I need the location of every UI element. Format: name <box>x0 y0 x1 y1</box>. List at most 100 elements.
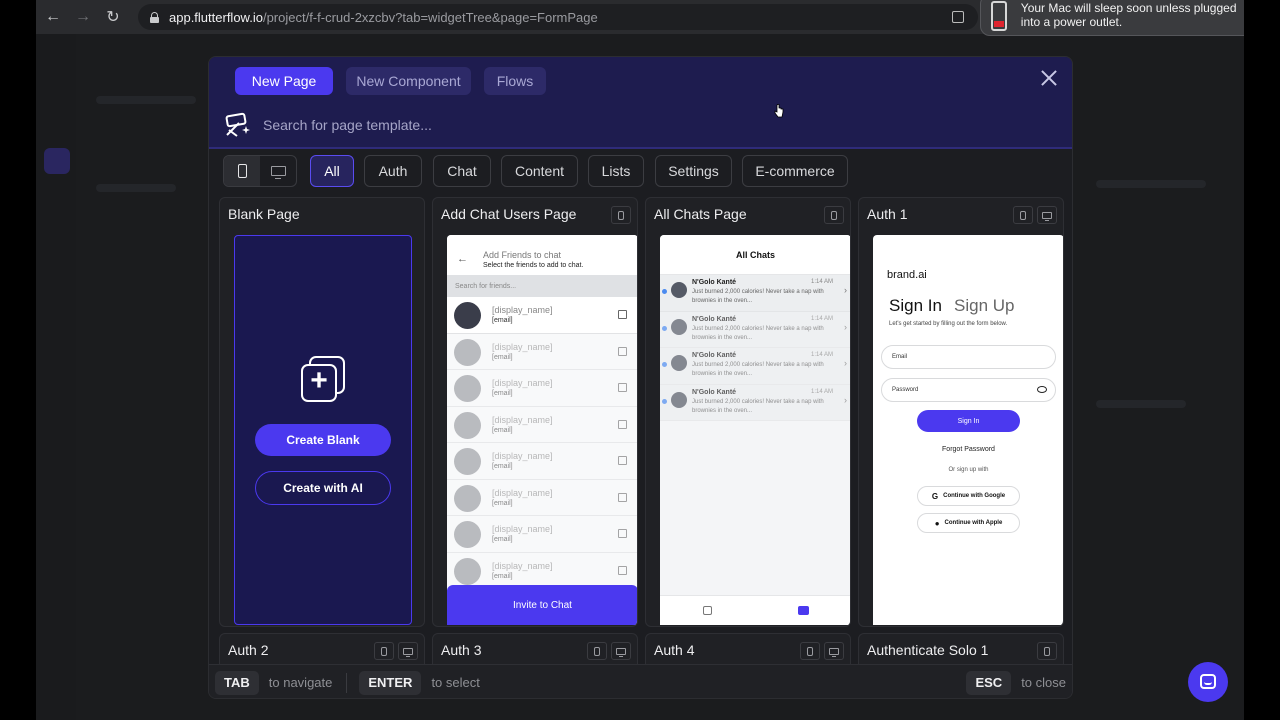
avatar <box>454 375 481 402</box>
list-item-email: [email] <box>492 536 513 543</box>
filter-chat[interactable]: Chat <box>433 155 491 187</box>
reload-icon[interactable]: ↻ <box>100 4 126 30</box>
phone-icon <box>237 164 247 178</box>
list-item: [display_name] [email] <box>447 333 637 370</box>
list-item-name: [display_name] <box>492 378 553 388</box>
tab-key: TAB <box>215 670 259 695</box>
card-device-icons <box>587 642 631 660</box>
desktop-icon <box>270 166 286 179</box>
card-device-icons <box>1037 642 1057 660</box>
checkbox <box>618 456 627 465</box>
list-item: [display_name] [email] <box>447 297 637 334</box>
card-title: Auth 2 <box>228 642 269 658</box>
notification-text: Your Mac will sleep soon unless plugged … <box>1020 1 1237 29</box>
desktop-view-button[interactable] <box>260 156 296 186</box>
brand-name: brand.ai <box>887 269 927 281</box>
card-title: Blank Page <box>228 206 300 222</box>
address-bar[interactable]: app.flutterflow.io/project/f-f-crud-2xzc… <box>138 4 978 30</box>
apple-label: Continue with Apple <box>944 520 1003 526</box>
card-device-icons <box>1013 206 1057 224</box>
extension-icon[interactable] <box>952 11 964 23</box>
desktop-icon <box>398 642 418 660</box>
filter-all[interactable]: All <box>310 155 354 187</box>
template-preview: All Chats N'Golo Kanté 1:14 AM Just burned… <box>660 235 850 625</box>
avatar <box>454 411 481 439</box>
phone-icon <box>1013 206 1033 224</box>
keyboard-hints: TAB to navigate ENTER to select ESC to c… <box>209 664 1072 698</box>
background-line <box>96 184 176 192</box>
avatar <box>671 282 687 298</box>
desktop-icon <box>611 642 631 660</box>
create-blank-button[interactable]: Create Blank <box>255 424 391 456</box>
forward-icon[interactable]: → <box>70 4 96 30</box>
preview-header: ← Add Friends to chat Select the friends… <box>447 235 637 275</box>
list-item-name: [display_name] <box>492 524 553 534</box>
phone-icon <box>611 206 631 224</box>
chat-name: N'Golo Kanté <box>692 279 737 286</box>
avatar <box>454 448 481 475</box>
url-host: app.flutterflow.io <box>169 9 263 25</box>
card-title: Auth 4 <box>654 642 695 658</box>
avatar <box>454 484 481 512</box>
chevron-right-icon: › <box>844 358 847 368</box>
chat-time: 1:14 AM <box>810 352 833 358</box>
checkbox <box>618 383 627 392</box>
phone-icon <box>800 642 820 660</box>
checkbox <box>618 346 627 356</box>
screen: ← → ↻ app.flutterflow.io/project/f-f-cru… <box>36 0 1244 720</box>
list-item: [display_name] [email] <box>447 552 637 589</box>
chat-time: 1:14 AM <box>810 279 833 285</box>
checkbox <box>618 529 627 538</box>
sign-up-tab: Sign Up <box>954 296 1015 315</box>
template-card-all-chats[interactable]: All Chats Page All Chats N'Golo Kanté 1:1… <box>645 197 851 627</box>
template-card-blank[interactable]: Blank Page + Create Blank Create with AI <box>219 197 425 627</box>
tab-flows[interactable]: Flows <box>484 67 546 95</box>
filter-lists[interactable]: Lists <box>588 155 644 187</box>
tab-new-page[interactable]: New Page <box>235 67 333 95</box>
card-device-icons <box>824 206 844 224</box>
esc-key: ESC <box>966 670 1012 695</box>
system-notification[interactable]: Your Mac will sleep soon unless plugged … <box>980 0 1244 36</box>
preview-title: Add Friends to chat <box>483 250 562 260</box>
filter-ecommerce[interactable]: E-commerce <box>742 155 848 187</box>
filter-auth[interactable]: Auth <box>364 155 422 187</box>
filter-content[interactable]: Content <box>501 155 578 187</box>
unread-dot <box>662 325 667 331</box>
card-title: Auth 1 <box>867 206 908 222</box>
list-item-name: [display_name] <box>492 414 553 425</box>
avatar <box>454 338 481 366</box>
close-icon[interactable] <box>1040 69 1058 87</box>
unread-dot <box>662 289 667 294</box>
chat-name: N'Golo Kanté <box>692 352 737 359</box>
phone-view-button[interactable] <box>224 156 260 186</box>
background-line <box>1096 180 1206 188</box>
device-toggle <box>223 155 297 187</box>
esc-hint: to close <box>1021 675 1066 690</box>
template-card-auth-1[interactable]: Auth 1 brand.ai Sign In Sign Up Let's ge… <box>858 197 1064 627</box>
profile-icon <box>703 606 712 615</box>
back-icon[interactable]: ← <box>40 4 66 30</box>
create-with-ai-button[interactable]: Create with AI <box>255 471 391 505</box>
card-title: Add Chat Users Page <box>441 206 577 222</box>
card-device-icons <box>800 642 844 660</box>
background-accent <box>44 148 70 174</box>
chat-message: Just burned 2,000 calories! Never take a… <box>692 325 824 341</box>
pointer-cursor-icon <box>774 104 784 118</box>
list-item-name: [display_name] <box>492 451 553 461</box>
list-item-name: [display_name] <box>492 560 553 571</box>
template-card-add-chat-users[interactable]: Add Chat Users Page ← Add Friends to cha… <box>432 197 638 627</box>
list-item-email: [email] <box>492 390 513 397</box>
list-item: [display_name] [email] <box>447 370 637 407</box>
filter-settings[interactable]: Settings <box>655 155 732 187</box>
card-title: Authenticate Solo 1 <box>867 642 989 658</box>
search-input[interactable] <box>263 117 863 133</box>
list-item-name: [display_name] <box>492 341 553 352</box>
list-item: [display_name] [email] <box>447 516 637 553</box>
chat-time: 1:14 AM <box>810 388 833 395</box>
chat-support-icon[interactable] <box>1188 662 1228 702</box>
list-item: N'Golo Kanté 1:14 AM Just burned 2,000 cal… <box>660 348 850 385</box>
battery-icon <box>991 1 1007 31</box>
list-item-email: [email] <box>492 572 513 580</box>
phone-icon <box>1037 642 1057 660</box>
tab-new-component[interactable]: New Component <box>346 67 471 95</box>
